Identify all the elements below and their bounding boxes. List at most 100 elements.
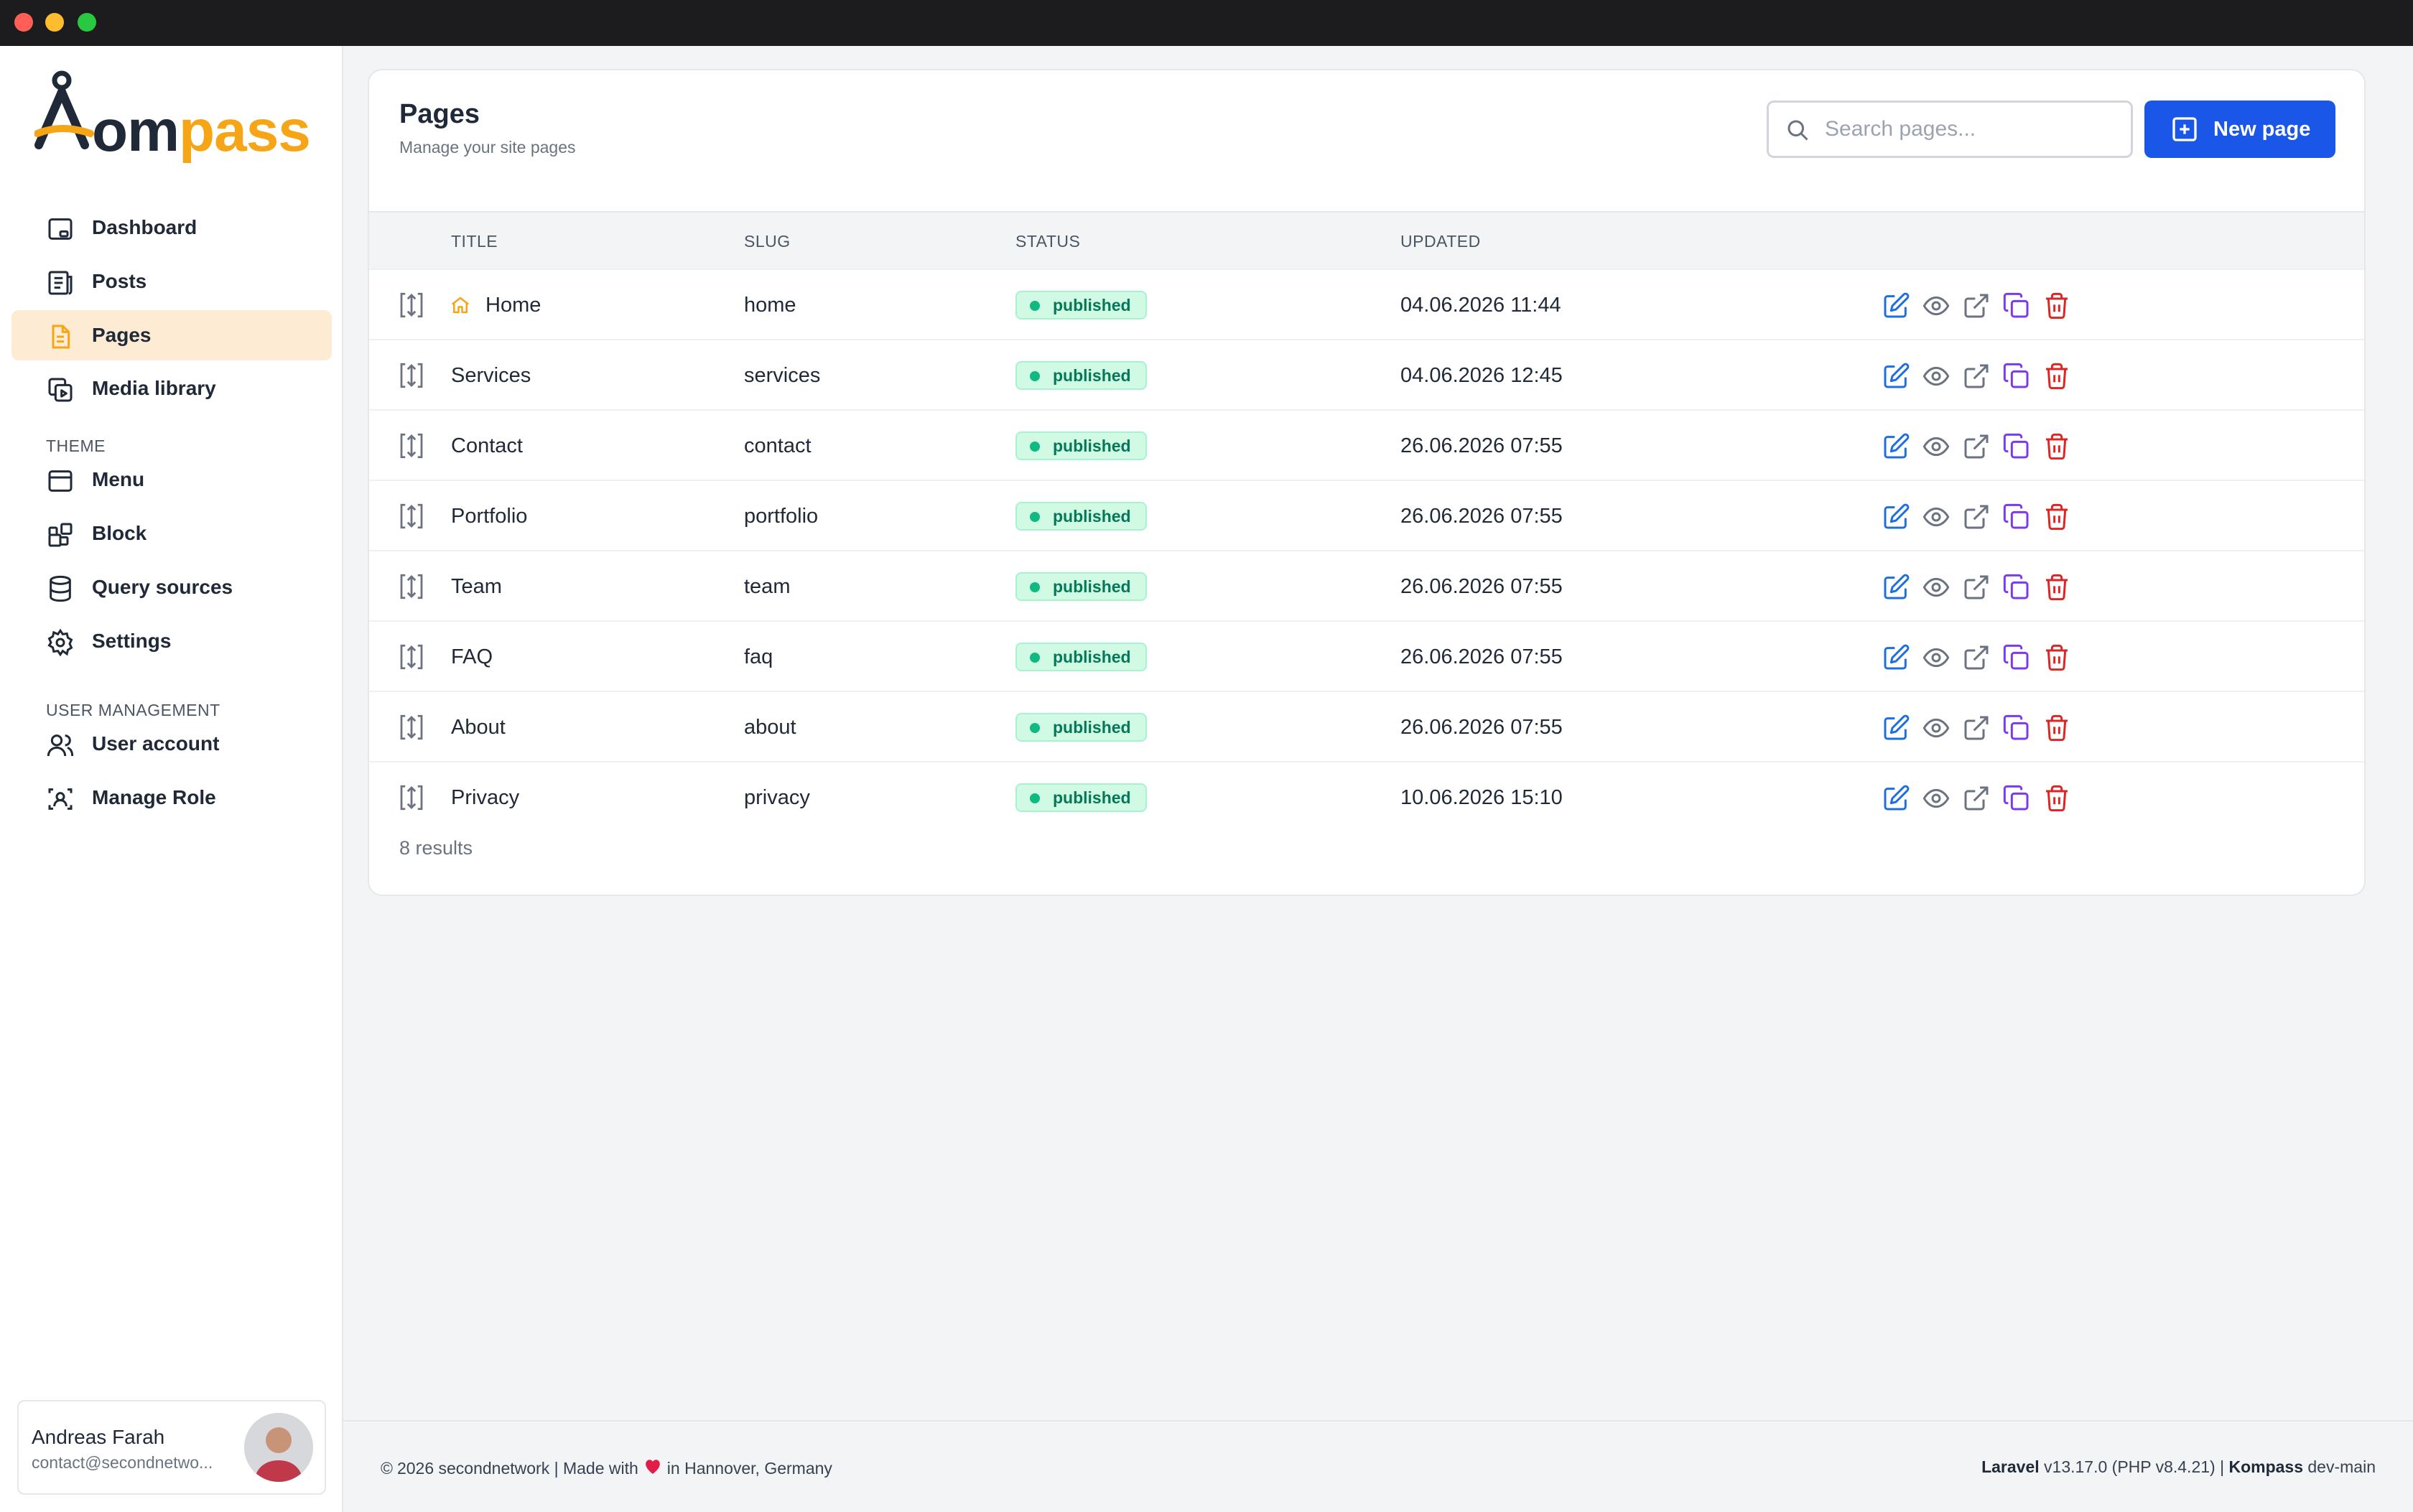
- sidebar-item-posts[interactable]: Posts: [11, 256, 332, 307]
- page-title-cell[interactable]: Contact: [451, 411, 523, 481]
- page-title-cell[interactable]: Portfolio: [451, 481, 527, 551]
- edit-button[interactable]: [1882, 291, 1910, 320]
- edit-button[interactable]: [1882, 362, 1910, 391]
- eye-icon: [1923, 788, 1950, 808]
- delete-button[interactable]: [2042, 573, 2071, 602]
- table-row[interactable]: Team team published 26.06.2026 07:55: [369, 550, 2364, 622]
- view-button[interactable]: [1922, 432, 1951, 461]
- status-badge: published: [1015, 291, 1147, 319]
- sidebar-item-block[interactable]: Block: [11, 508, 332, 559]
- close-window-button[interactable]: [14, 13, 33, 32]
- kompass-logo[interactable]: ompass: [34, 67, 315, 161]
- minimize-window-button[interactable]: [45, 13, 64, 32]
- view-button[interactable]: [1922, 362, 1951, 391]
- duplicate-button[interactable]: [2002, 432, 2031, 461]
- drag-handle-icon[interactable]: [396, 571, 427, 602]
- delete-button[interactable]: [2042, 714, 2071, 742]
- avatar[interactable]: [244, 1413, 313, 1482]
- table-row[interactable]: Privacy privacy published 10.06.2026 15:10: [369, 761, 2364, 833]
- sidebar-item-query-sources[interactable]: Query sources: [11, 562, 332, 612]
- edit-button[interactable]: [1882, 573, 1910, 602]
- open-link-button[interactable]: [1962, 291, 1991, 320]
- edit-button[interactable]: [1882, 503, 1910, 531]
- duplicate-button[interactable]: [2002, 643, 2031, 672]
- page-title-cell[interactable]: Team: [451, 551, 502, 622]
- view-button[interactable]: [1922, 573, 1951, 602]
- drag-handle-icon[interactable]: [396, 501, 427, 531]
- drag-handle-icon[interactable]: [396, 712, 427, 742]
- new-page-button[interactable]: New page: [2144, 101, 2335, 158]
- trash-icon: [2046, 714, 2068, 742]
- page-slug-cell: privacy: [744, 786, 810, 809]
- page-title-cell[interactable]: Services: [451, 340, 531, 411]
- sidebar-item-user-account[interactable]: User account: [11, 719, 332, 769]
- open-link-button[interactable]: [1962, 362, 1991, 391]
- column-status[interactable]: STATUS: [1015, 213, 1080, 270]
- edit-button[interactable]: [1882, 714, 1910, 742]
- drag-handle-icon[interactable]: [396, 642, 427, 672]
- duplicate-button[interactable]: [2002, 291, 2031, 320]
- view-button[interactable]: [1922, 643, 1951, 672]
- open-link-button[interactable]: [1962, 784, 1991, 813]
- sidebar-item-pages[interactable]: Pages: [11, 310, 332, 360]
- kompass-label: Kompass: [2228, 1457, 2303, 1476]
- drag-handle-icon[interactable]: [396, 360, 427, 391]
- view-button[interactable]: [1922, 291, 1951, 320]
- sidebar-item-manage-role[interactable]: Manage Role: [11, 773, 332, 823]
- open-link-button[interactable]: [1962, 643, 1991, 672]
- table-row[interactable]: Home home published 04.06.2026 11:44: [369, 269, 2364, 340]
- drag-handle-icon[interactable]: [396, 290, 427, 320]
- page-title-cell[interactable]: Privacy: [451, 762, 519, 833]
- maximize-window-button[interactable]: [78, 13, 96, 32]
- page-title-cell[interactable]: Home: [485, 270, 541, 340]
- page-title-cell[interactable]: FAQ: [451, 622, 493, 692]
- edit-button[interactable]: [1882, 643, 1910, 672]
- column-slug[interactable]: SLUG: [744, 213, 791, 270]
- open-link-button[interactable]: [1962, 432, 1991, 461]
- heart-icon: [643, 1457, 663, 1479]
- open-link-button[interactable]: [1962, 714, 1991, 742]
- sidebar-item-media-library[interactable]: Media library: [11, 363, 332, 414]
- search-input[interactable]: [1825, 103, 2119, 156]
- search-box[interactable]: [1767, 101, 2133, 158]
- edit-icon: [1884, 292, 1910, 318]
- column-updated[interactable]: UPDATED: [1400, 213, 1481, 270]
- duplicate-button[interactable]: [2002, 503, 2031, 531]
- sidebar-item-menu[interactable]: Menu: [11, 454, 332, 505]
- duplicate-button[interactable]: [2002, 714, 2031, 742]
- duplicate-button[interactable]: [2002, 573, 2031, 602]
- drag-handle-icon[interactable]: [396, 431, 427, 461]
- edit-icon: [1884, 785, 1910, 811]
- table-row[interactable]: FAQ faq published 26.06.2026 07:55: [369, 620, 2364, 692]
- table-row[interactable]: Services services published 04.06.2026 12:4…: [369, 339, 2364, 411]
- duplicate-button[interactable]: [2002, 784, 2031, 813]
- view-button[interactable]: [1922, 784, 1951, 813]
- delete-button[interactable]: [2042, 362, 2071, 391]
- delete-button[interactable]: [2042, 432, 2071, 461]
- view-button[interactable]: [1922, 714, 1951, 742]
- table-row[interactable]: Contact contact published 26.06.2026 07:55: [369, 409, 2364, 481]
- duplicate-button[interactable]: [2002, 362, 2031, 391]
- drag-handle-icon[interactable]: [396, 783, 427, 813]
- page-slug-cell: home: [744, 294, 796, 317]
- table-row[interactable]: Portfolio portfolio published 26.06.2026 07…: [369, 480, 2364, 551]
- sidebar-item-settings[interactable]: Settings: [11, 616, 332, 666]
- open-link-button[interactable]: [1962, 573, 1991, 602]
- edit-button[interactable]: [1882, 432, 1910, 461]
- delete-button[interactable]: [2042, 291, 2071, 320]
- status-dot: [1030, 582, 1040, 592]
- column-title[interactable]: TITLE: [451, 213, 498, 270]
- open-link-button[interactable]: [1962, 503, 1991, 531]
- gear-icon: [46, 628, 75, 657]
- edit-button[interactable]: [1882, 784, 1910, 813]
- delete-button[interactable]: [2042, 784, 2071, 813]
- table-row[interactable]: About about published 26.06.2026 07:55: [369, 691, 2364, 762]
- delete-button[interactable]: [2042, 503, 2071, 531]
- sidebar-item-dashboard[interactable]: Dashboard: [11, 202, 332, 253]
- page-updated-cell: 10.06.2026 15:10: [1400, 786, 1563, 809]
- page-title-cell[interactable]: About: [451, 692, 506, 762]
- delete-button[interactable]: [2042, 643, 2071, 672]
- status-dot: [1030, 442, 1040, 452]
- view-button[interactable]: [1922, 503, 1951, 531]
- user-profile-card[interactable]: Andreas Farah contact@secondnetwo...: [17, 1400, 326, 1495]
